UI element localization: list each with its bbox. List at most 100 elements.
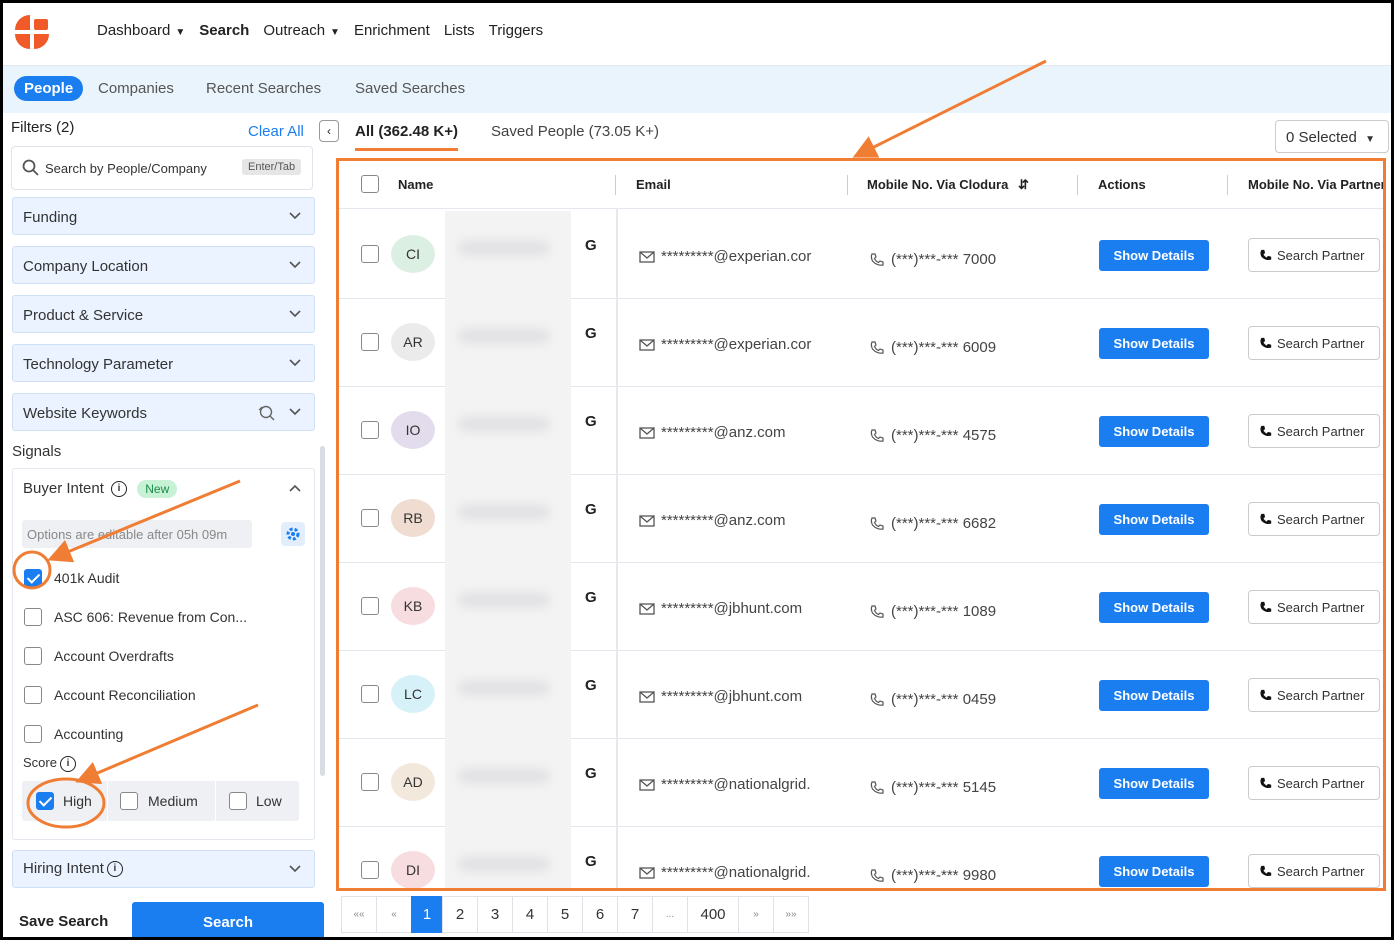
search-partner-button[interactable]: Search Partner xyxy=(1248,502,1380,536)
show-details-button[interactable]: Show Details xyxy=(1099,416,1209,447)
table-row[interactable]: AR G *********@experian.cor (***)***-*** 60… xyxy=(339,299,1383,387)
filter-funding[interactable]: Funding xyxy=(12,197,315,235)
row-checkbox[interactable] xyxy=(361,509,379,527)
tab-recent-searches[interactable]: Recent Searches xyxy=(206,80,321,97)
page-button[interactable]: »» xyxy=(773,896,809,933)
info-icon[interactable]: i xyxy=(106,861,123,878)
clear-all-link[interactable]: Clear All xyxy=(248,123,304,140)
select-all-checkbox[interactable] xyxy=(361,175,379,193)
avatar[interactable]: KB xyxy=(391,587,435,625)
nav-item-outreach[interactable]: Outreach ▼ xyxy=(263,22,340,39)
intent-option-label[interactable]: ASC 606: Revenue from Con... xyxy=(54,609,247,625)
score-medium-checkbox[interactable] xyxy=(120,792,138,810)
show-details-button[interactable]: Show Details xyxy=(1099,592,1209,623)
table-row[interactable]: RB G *********@anz.com (***)***-*** 6682 Sho… xyxy=(339,475,1383,563)
page-button[interactable]: 400 xyxy=(687,896,739,933)
show-details-button[interactable]: Show Details xyxy=(1099,504,1209,535)
page-button[interactable]: 4 xyxy=(512,896,548,933)
page-button[interactable]: « xyxy=(376,896,412,933)
filter-technology-parameter[interactable]: Technology Parameter xyxy=(12,344,315,382)
settings-button[interactable] xyxy=(281,522,305,546)
sidebar-scrollbar[interactable] xyxy=(320,446,325,776)
sort-icon[interactable]: ⇵ xyxy=(1018,177,1029,192)
show-details-button[interactable]: Show Details xyxy=(1099,768,1209,799)
intent-option-checkbox[interactable] xyxy=(24,686,42,704)
buyer-intent-title[interactable]: Buyer Intent i New xyxy=(23,480,178,499)
filter-hiring-intent[interactable]: Hiring Intent i xyxy=(12,850,315,888)
search-partner-button[interactable]: Search Partner xyxy=(1248,238,1380,272)
avatar[interactable]: IO xyxy=(391,411,435,449)
row-checkbox[interactable] xyxy=(361,773,379,791)
row-checkbox[interactable] xyxy=(361,421,379,439)
show-details-button[interactable]: Show Details xyxy=(1099,680,1209,711)
column-email[interactable]: Email xyxy=(636,177,671,192)
score-low-checkbox[interactable] xyxy=(229,792,247,810)
table-row[interactable]: IO G *********@anz.com (***)***-*** 4575 Sho… xyxy=(339,387,1383,475)
save-search-button[interactable]: Save Search xyxy=(19,913,108,930)
tab-saved-people[interactable]: Saved People (73.05 K+) xyxy=(491,123,659,140)
clodura-logo[interactable] xyxy=(15,15,51,51)
show-details-button[interactable]: Show Details xyxy=(1099,856,1209,887)
page-button[interactable]: «« xyxy=(341,896,377,933)
avatar[interactable]: DI xyxy=(391,851,435,888)
table-row[interactable]: AD G *********@nationalgrid. (***)***-*** 5… xyxy=(339,739,1383,827)
row-checkbox[interactable] xyxy=(361,685,379,703)
search-partner-button[interactable]: Search Partner xyxy=(1248,766,1380,800)
selected-dropdown[interactable]: 0 Selected ▼ xyxy=(1275,120,1389,153)
page-button[interactable]: 2 xyxy=(442,896,478,933)
page-button[interactable]: 5 xyxy=(547,896,583,933)
intent-option-checkbox[interactable] xyxy=(24,608,42,626)
table-row[interactable]: LC G *********@jbhunt.com (***)***-*** 0459… xyxy=(339,651,1383,739)
filter-product-service[interactable]: Product & Service xyxy=(12,295,315,333)
tab-saved-searches[interactable]: Saved Searches xyxy=(355,80,465,97)
filter-company-location[interactable]: Company Location xyxy=(12,246,315,284)
intent-option-checkbox[interactable] xyxy=(24,725,42,743)
intent-option-label[interactable]: 401k Audit xyxy=(54,570,119,586)
avatar[interactable]: RB xyxy=(391,499,435,537)
page-button[interactable]: 3 xyxy=(477,896,513,933)
search-button[interactable]: Search xyxy=(132,902,324,937)
row-checkbox[interactable] xyxy=(361,597,379,615)
column-mobile-partner[interactable]: Mobile No. Via Partner xyxy=(1248,177,1383,192)
intent-option-label[interactable]: Account Reconciliation xyxy=(54,687,196,703)
table-row[interactable]: CI G *********@experian.cor (***)***-*** 70… xyxy=(339,211,1383,299)
intent-option-label[interactable]: Account Overdrafts xyxy=(54,648,174,664)
intent-option-checkbox[interactable] xyxy=(24,569,42,587)
nav-item-lists[interactable]: Lists xyxy=(444,22,475,39)
filter-website-keywords[interactable]: Website Keywords xyxy=(12,393,315,431)
page-button[interactable]: ... xyxy=(652,896,688,933)
info-icon[interactable]: i xyxy=(111,481,128,498)
search-partner-button[interactable]: Search Partner xyxy=(1248,854,1380,888)
avatar[interactable]: AD xyxy=(391,763,435,801)
score-high-checkbox[interactable] xyxy=(36,792,54,810)
chevron-up-icon[interactable] xyxy=(288,483,302,493)
tab-all-people[interactable]: All (362.48 K+) xyxy=(355,123,458,151)
page-button[interactable]: » xyxy=(738,896,774,933)
search-partner-button[interactable]: Search Partner xyxy=(1248,590,1380,624)
nav-item-search[interactable]: Search xyxy=(199,22,249,39)
page-button[interactable]: 7 xyxy=(617,896,653,933)
table-row[interactable]: DI G *********@nationalgrid. (***)***-*** 9… xyxy=(339,827,1383,888)
show-details-button[interactable]: Show Details xyxy=(1099,240,1209,271)
page-button[interactable]: 6 xyxy=(582,896,618,933)
page-button[interactable]: 1 xyxy=(411,896,443,933)
row-checkbox[interactable] xyxy=(361,333,379,351)
search-partner-button[interactable]: Search Partner xyxy=(1248,678,1380,712)
intent-option-checkbox[interactable] xyxy=(24,647,42,665)
column-mobile-clodura[interactable]: Mobile No. Via Clodura ⇵ xyxy=(867,177,1029,193)
intent-option-label[interactable]: Accounting xyxy=(54,726,123,742)
avatar[interactable]: LC xyxy=(391,675,435,713)
avatar[interactable]: CI xyxy=(391,235,435,273)
search-partner-button[interactable]: Search Partner xyxy=(1248,414,1380,448)
info-icon[interactable]: i xyxy=(59,755,76,772)
people-company-search-input[interactable]: Search by People/Company Enter/Tab xyxy=(11,146,313,190)
show-details-button[interactable]: Show Details xyxy=(1099,328,1209,359)
tab-people[interactable]: People xyxy=(14,76,84,101)
collapse-sidebar-button[interactable]: ‹ xyxy=(319,120,339,142)
row-checkbox[interactable] xyxy=(361,861,379,879)
column-name[interactable]: Name xyxy=(398,177,433,192)
row-checkbox[interactable] xyxy=(361,245,379,263)
nav-item-dashboard[interactable]: Dashboard ▼ xyxy=(97,22,185,39)
nav-item-triggers[interactable]: Triggers xyxy=(489,22,543,39)
table-row[interactable]: KB G *********@jbhunt.com (***)***-*** 1089… xyxy=(339,563,1383,651)
